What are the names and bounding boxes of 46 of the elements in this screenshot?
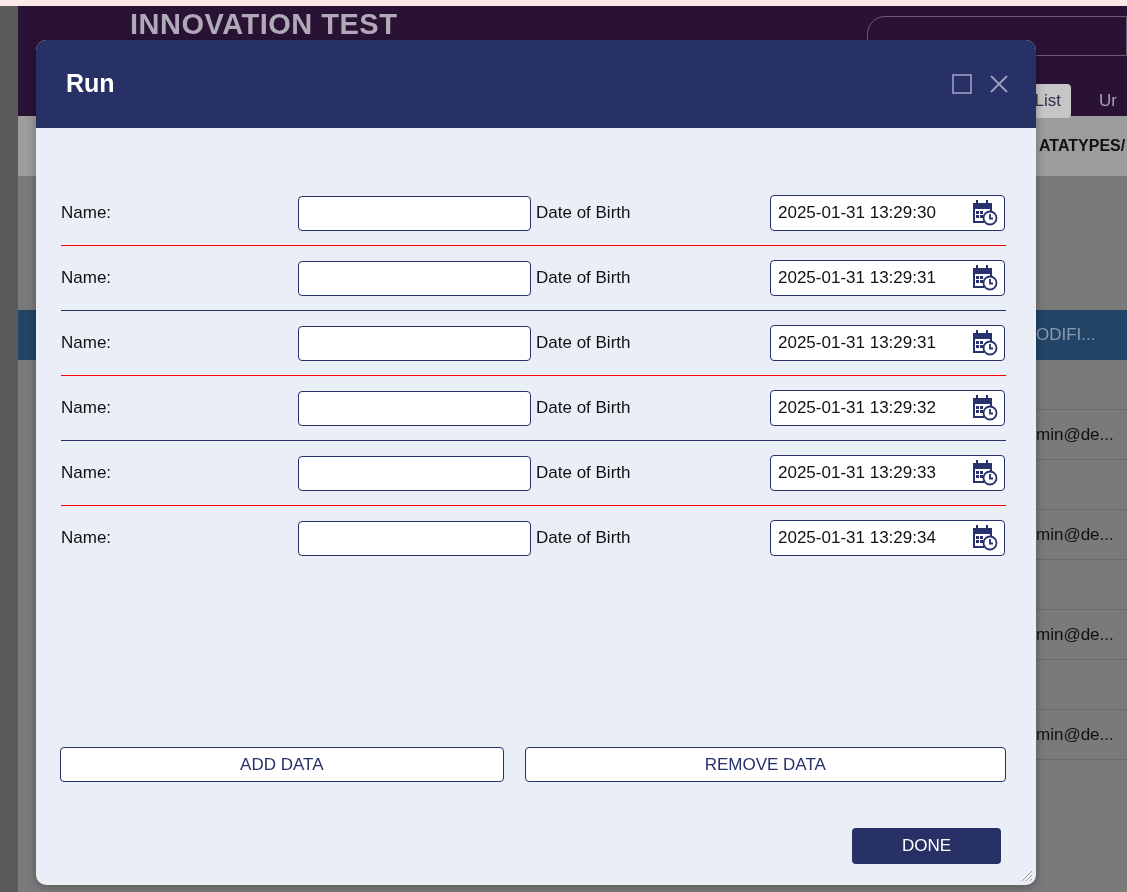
table-cell-text: min@de... xyxy=(1036,623,1114,646)
field-label: Date of Birth xyxy=(536,202,632,225)
maximize-icon[interactable] xyxy=(952,74,972,94)
dialog-title: Run xyxy=(66,68,115,100)
calendar-clock-icon[interactable] xyxy=(972,330,998,356)
field-label: Name: xyxy=(61,462,113,485)
calendar-clock-icon[interactable] xyxy=(972,460,998,486)
field-label: Date of Birth xyxy=(536,332,632,355)
name-input[interactable] xyxy=(298,325,531,361)
scrollbar[interactable] xyxy=(0,6,18,892)
close-icon[interactable] xyxy=(990,75,1008,93)
name-input[interactable] xyxy=(298,455,531,491)
date-time-field[interactable]: 2025-01-31 13:29:32 xyxy=(770,390,1005,426)
table-cell-text: min@de... xyxy=(1036,523,1114,546)
calendar-clock-icon[interactable] xyxy=(972,525,998,551)
field-label: Date of Birth xyxy=(536,267,632,290)
add-data-button[interactable]: ADD DATA xyxy=(60,747,504,782)
remove-data-button[interactable]: REMOVE DATA xyxy=(524,747,1006,782)
nav-tab[interactable]: Ur xyxy=(1089,84,1127,118)
calendar-clock-icon[interactable] xyxy=(972,395,998,421)
table-cell-text: min@de... xyxy=(1036,723,1114,746)
field-label: Name: xyxy=(61,267,113,290)
calendar-clock-icon[interactable] xyxy=(972,200,998,226)
date-time-field[interactable]: 2025-01-31 13:29:31 xyxy=(770,260,1005,296)
table-cell-text: min@de... xyxy=(1036,423,1114,446)
column-header: ODIFI... xyxy=(1036,324,1097,347)
name-input[interactable] xyxy=(298,520,531,556)
field-label: Date of Birth xyxy=(536,397,632,420)
date-time-field[interactable]: 2025-01-31 13:29:33 xyxy=(770,455,1005,491)
field-label: Name: xyxy=(61,202,113,225)
name-input[interactable] xyxy=(298,260,531,296)
field-label: Date of Birth xyxy=(536,527,632,550)
field-label: Name: xyxy=(61,527,113,550)
calendar-clock-icon[interactable] xyxy=(972,265,998,291)
name-input[interactable] xyxy=(298,390,531,426)
date-time-field[interactable]: 2025-01-31 13:29:30 xyxy=(770,195,1005,231)
app-title: INNOVATION TEST xyxy=(130,9,398,39)
field-label: Name: xyxy=(61,332,113,355)
field-label: Date of Birth xyxy=(536,462,632,485)
date-time-field[interactable]: 2025-01-31 13:29:31 xyxy=(770,325,1005,361)
done-button[interactable]: DONE xyxy=(852,828,1001,864)
breadcrumb[interactable]: ATATYPES/ xyxy=(1039,134,1127,158)
name-input[interactable] xyxy=(298,195,531,231)
date-time-field[interactable]: 2025-01-31 13:29:34 xyxy=(770,520,1005,556)
resize-grip-icon[interactable] xyxy=(1021,870,1033,882)
field-label: Name: xyxy=(61,397,113,420)
